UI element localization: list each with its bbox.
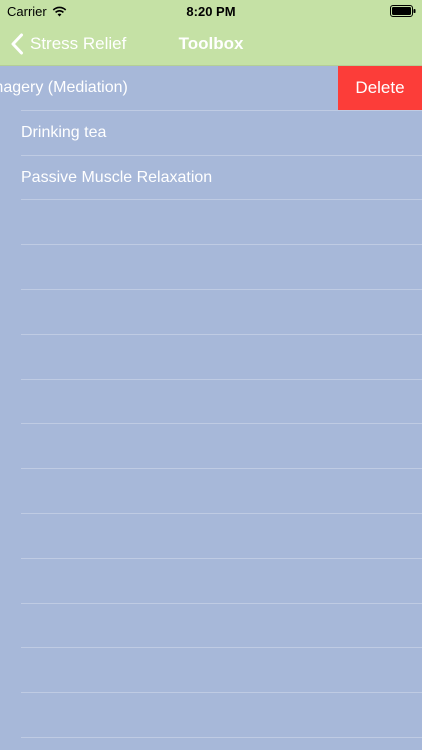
navigation-bar: Stress Relief Toolbox <box>0 22 422 66</box>
empty-row <box>0 200 422 245</box>
empty-row <box>0 604 422 649</box>
delete-button[interactable]: Delete <box>338 66 422 110</box>
list-item-label: magery (Mediation) <box>0 79 128 96</box>
empty-row <box>0 514 422 559</box>
empty-row <box>0 693 422 738</box>
empty-row <box>0 424 422 469</box>
list-item-label: Drinking tea <box>21 123 107 141</box>
empty-row <box>0 290 422 335</box>
empty-row <box>0 648 422 693</box>
list-item-label: Passive Muscle Relaxation <box>21 168 213 186</box>
empty-row <box>0 559 422 604</box>
battery-icon <box>390 5 416 17</box>
status-bar: Carrier 8:20 PM <box>0 0 422 22</box>
page-title: Toolbox <box>178 34 244 53</box>
list-item[interactable]: Passive Muscle Relaxation <box>0 156 422 201</box>
empty-row <box>0 380 422 425</box>
status-time: 8:20 PM <box>186 4 236 19</box>
empty-row <box>0 335 422 380</box>
empty-row <box>0 245 422 290</box>
empty-row <box>0 469 422 514</box>
toolbox-list[interactable]: magery (Mediation) Delete Drinking tea P… <box>0 66 422 750</box>
list-item[interactable]: Drinking tea <box>0 111 422 156</box>
list-item[interactable]: magery (Mediation) Delete <box>0 66 422 111</box>
